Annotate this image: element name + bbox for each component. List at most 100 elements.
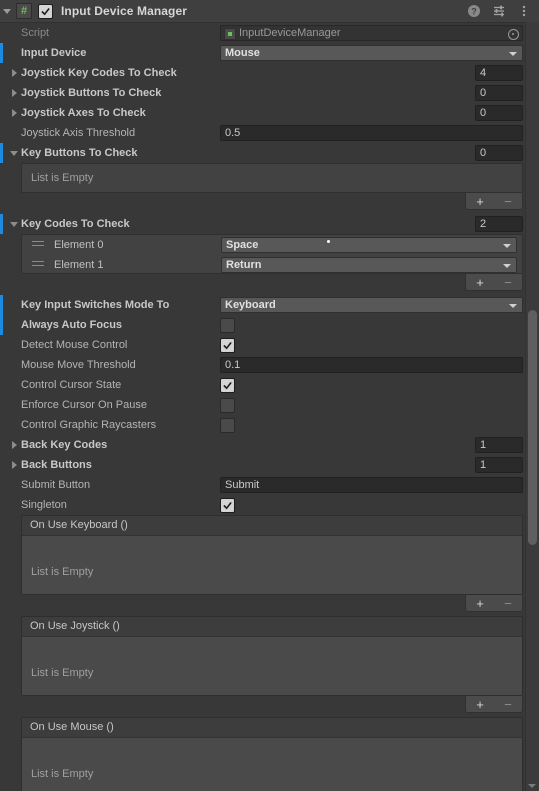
- label-enforce-cursor-on-pause: Enforce Cursor On Pause: [21, 399, 147, 411]
- always-auto-focus-checkbox[interactable]: [220, 318, 235, 333]
- remove-listener-button[interactable]: −: [504, 597, 512, 610]
- label-joystick-key-codes: Joystick Key Codes To Check: [21, 67, 177, 79]
- prefab-override-marker: [0, 43, 3, 63]
- unity-event-on-use-keyboard: On Use Keyboard () List is Empty: [21, 515, 523, 595]
- label-submit-button: Submit Button: [21, 479, 91, 491]
- list-item[interactable]: Element 1 Return: [22, 255, 522, 275]
- event-title: On Use Mouse (): [22, 718, 522, 738]
- svg-text:?: ?: [471, 6, 477, 16]
- input-device-value: Mouse: [225, 47, 260, 59]
- input-device-dropdown[interactable]: Mouse: [220, 45, 523, 61]
- more-menu-icon[interactable]: [517, 4, 531, 18]
- label-control-graphic-raycasters: Control Graphic Raycasters: [21, 419, 157, 431]
- label-control-cursor-state: Control Cursor State: [21, 379, 122, 391]
- label-always-auto-focus: Always Auto Focus: [21, 319, 123, 331]
- on-use-keyboard-list-controls: + −: [0, 595, 523, 612]
- element-value: Space: [226, 239, 259, 251]
- joystick-buttons-size-field[interactable]: 0: [475, 85, 523, 101]
- back-key-codes-size-field[interactable]: 1: [475, 437, 523, 453]
- row-control-graphic-raycasters: Control Graphic Raycasters: [0, 415, 539, 435]
- row-key-buttons: Key Buttons To Check 0: [0, 143, 539, 163]
- enforce-cursor-on-pause-checkbox[interactable]: [220, 398, 235, 413]
- submit-button-input[interactable]: Submit: [220, 477, 523, 493]
- chevron-right-icon: [11, 461, 17, 469]
- foldout-back-buttons[interactable]: [8, 455, 20, 475]
- script-object-field[interactable]: InputDeviceManager: [220, 25, 523, 41]
- on-use-joystick-list-controls: + −: [0, 696, 523, 713]
- preset-icon[interactable]: [492, 4, 506, 18]
- add-element-button[interactable]: +: [476, 276, 484, 289]
- key-input-switches-mode-dropdown[interactable]: Keyboard: [220, 297, 523, 313]
- foldout-key-codes[interactable]: [8, 214, 20, 234]
- component-foldout-toggle[interactable]: [0, 0, 13, 22]
- object-picker-icon[interactable]: [508, 29, 519, 40]
- help-icon[interactable]: ?: [467, 4, 481, 18]
- element-value-dropdown[interactable]: Return: [221, 257, 517, 273]
- row-back-key-codes: Back Key Codes 1: [0, 435, 539, 455]
- control-graphic-raycasters-checkbox[interactable]: [220, 418, 235, 433]
- checkmark-icon: [223, 341, 232, 350]
- chevron-down-icon: [10, 150, 18, 156]
- row-mouse-move-threshold: Mouse Move Threshold 0.1: [0, 355, 539, 375]
- element-value: Return: [226, 259, 262, 271]
- row-detect-mouse-control: Detect Mouse Control: [0, 335, 539, 355]
- foldout-joystick-axes[interactable]: [8, 103, 20, 123]
- script-asset-icon: [224, 28, 236, 40]
- chevron-right-icon: [11, 441, 17, 449]
- key-input-switches-mode-value: Keyboard: [225, 299, 276, 311]
- singleton-checkbox[interactable]: [220, 498, 235, 513]
- event-body: List is Empty: [22, 637, 522, 695]
- label-key-codes: Key Codes To Check: [21, 218, 130, 230]
- add-element-button[interactable]: +: [476, 195, 484, 208]
- checkmark-icon: [223, 381, 232, 390]
- label-singleton: Singleton: [21, 499, 67, 511]
- add-listener-button[interactable]: +: [476, 698, 484, 711]
- remove-element-button[interactable]: −: [504, 276, 512, 289]
- row-input-device: Input Device Mouse: [0, 43, 539, 63]
- foldout-joystick-key-codes[interactable]: [8, 63, 20, 83]
- label-key-input-switches-mode: Key Input Switches Mode To: [21, 299, 170, 311]
- label-joystick-axis-threshold: Joystick Axis Threshold: [21, 127, 136, 139]
- event-empty-label: List is Empty: [31, 566, 94, 578]
- label-joystick-axes: Joystick Axes To Check: [21, 107, 146, 119]
- mouse-move-threshold-input[interactable]: 0.1: [220, 357, 523, 373]
- chevron-down-icon: [503, 264, 511, 268]
- chevron-right-icon: [11, 89, 17, 97]
- chevron-down-icon: [509, 52, 517, 56]
- foldout-joystick-buttons[interactable]: [8, 83, 20, 103]
- foldout-key-buttons[interactable]: [8, 143, 20, 163]
- add-listener-button[interactable]: +: [476, 597, 484, 610]
- joystick-key-codes-size-field[interactable]: 4: [475, 65, 523, 81]
- row-submit-button: Submit Button Submit: [0, 475, 539, 495]
- vertical-scrollbar[interactable]: [525, 22, 539, 791]
- key-buttons-list-controls: + −: [0, 193, 523, 210]
- list-item[interactable]: Element 0 Space: [22, 235, 522, 255]
- key-codes-size-field[interactable]: 2: [475, 216, 523, 232]
- joystick-axis-threshold-input[interactable]: 0.5: [220, 125, 523, 141]
- row-script: Script InputDeviceManager: [0, 23, 539, 43]
- foldout-back-key-codes[interactable]: [8, 435, 20, 455]
- chevron-down-icon: [2, 8, 11, 14]
- row-always-auto-focus: Always Auto Focus: [0, 315, 539, 335]
- remove-listener-button[interactable]: −: [504, 698, 512, 711]
- row-joystick-axes: Joystick Axes To Check 0: [0, 103, 539, 123]
- detect-mouse-control-checkbox[interactable]: [220, 338, 235, 353]
- drag-handle-icon[interactable]: [32, 261, 44, 269]
- event-title: On Use Keyboard (): [22, 516, 522, 536]
- key-buttons-empty-label: List is Empty: [31, 172, 94, 184]
- back-buttons-size-field[interactable]: 1: [475, 457, 523, 473]
- label-mouse-move-threshold: Mouse Move Threshold: [21, 359, 136, 371]
- scrollbar-thumb[interactable]: [528, 310, 537, 545]
- element-value-dropdown[interactable]: Space: [221, 237, 517, 253]
- drag-handle-icon[interactable]: [32, 241, 44, 249]
- key-buttons-size-field[interactable]: 0: [475, 145, 523, 161]
- row-control-cursor-state: Control Cursor State: [0, 375, 539, 395]
- joystick-axes-size-field[interactable]: 0: [475, 105, 523, 121]
- component-title: Input Device Manager: [61, 4, 188, 18]
- component-header[interactable]: # Input Device Manager ?: [0, 0, 539, 23]
- scroll-down-arrow-icon[interactable]: [528, 784, 536, 788]
- remove-element-button[interactable]: −: [504, 195, 512, 208]
- component-enabled-checkbox[interactable]: [38, 3, 53, 19]
- control-cursor-state-checkbox[interactable]: [220, 378, 235, 393]
- label-back-buttons: Back Buttons: [21, 459, 92, 471]
